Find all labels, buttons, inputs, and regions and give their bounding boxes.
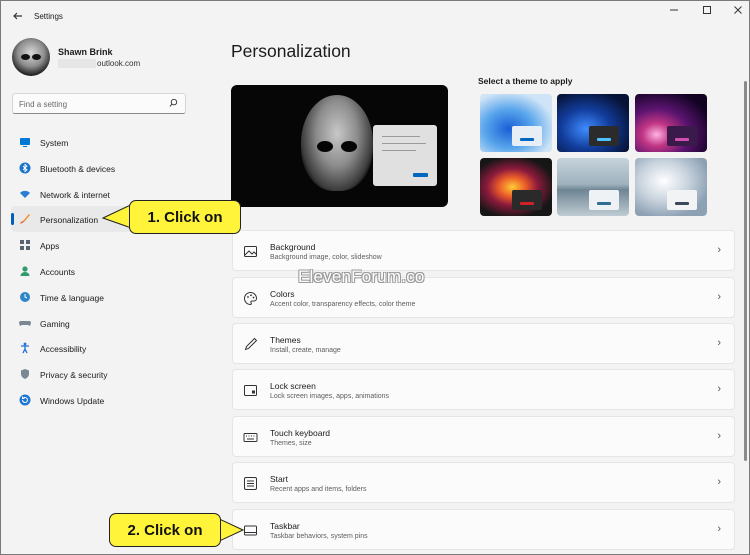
update-icon [19, 394, 31, 406]
card-subtitle: Lock screen images, apps, animations [270, 393, 390, 400]
search-box[interactable] [12, 93, 186, 114]
pen-icon [244, 337, 258, 351]
sidebar-item-label: Apps [40, 241, 60, 252]
sidebar-item-label: Accessibility [40, 344, 87, 355]
search-input[interactable] [19, 98, 159, 110]
theme-thumbnail-windows-dark[interactable] [557, 94, 629, 152]
chevron-right-icon: › [717, 430, 721, 442]
callout-step-2: 2. Click on [109, 513, 221, 547]
shield-icon [21, 369, 29, 380]
profile-email: outlook.com [97, 59, 141, 68]
sidebar-item-label: Gaming [40, 318, 70, 329]
maximize-button[interactable] [692, 5, 722, 19]
taskbar-icon [244, 525, 257, 536]
sidebar-item-bluetooth[interactable]: Bluetooth & devices [11, 155, 207, 181]
profile-name: Shawn Brink [58, 47, 113, 57]
chevron-right-icon: › [717, 523, 721, 535]
card-title: Background [270, 242, 316, 252]
accessibility-icon [21, 342, 29, 354]
chevron-right-icon: › [717, 244, 721, 256]
card-subtitle: Background image, color, slideshow [270, 254, 382, 261]
chevron-right-icon: › [717, 337, 721, 349]
preview-window [373, 125, 437, 186]
sidebar-item-windows-update[interactable]: Windows Update [11, 387, 207, 413]
card-title: Lock screen [270, 381, 316, 391]
sidebar-item-label: System [40, 138, 69, 148]
apps-icon [20, 240, 30, 251]
card-background[interactable]: Background Background image, color, slid… [232, 230, 735, 271]
scrollbar[interactable] [744, 81, 747, 461]
card-subtitle: Recent apps and items, folders [270, 486, 367, 493]
card-title: Themes [270, 335, 301, 345]
brush-icon [20, 214, 30, 225]
sidebar-item-apps[interactable]: Apps [11, 232, 207, 258]
sidebar-item-accessibility[interactable]: Accessibility [11, 335, 207, 361]
start-icon [244, 477, 257, 490]
sidebar-item-accounts[interactable]: Accounts [11, 258, 207, 284]
card-lock-screen[interactable]: Lock screen Lock screen images, apps, an… [232, 369, 735, 410]
card-start[interactable]: Start Recent apps and items, folders › [232, 462, 735, 503]
app-title: Settings [34, 12, 63, 21]
themes-heading: Select a theme to apply [478, 76, 573, 86]
card-subtitle: Accent color, transparency effects, colo… [270, 301, 416, 308]
sidebar-item-label: Network & internet [40, 189, 110, 200]
theme-thumbnail-glow[interactable] [635, 94, 707, 152]
gamepad-icon [19, 320, 31, 326]
card-subtitle: Install, create, manage [270, 347, 341, 354]
callout-step-1: 1. Click on [129, 200, 241, 234]
close-button[interactable] [723, 5, 750, 19]
close-icon [734, 6, 742, 14]
card-themes[interactable]: Themes Install, create, manage › [232, 323, 735, 364]
sidebar-item-time-language[interactable]: Time & language [11, 284, 207, 310]
sidebar-nav: System Bluetooth & devices Network & int… [11, 129, 211, 413]
sidebar-item-system[interactable]: System [11, 129, 207, 155]
minimize-icon [670, 9, 678, 11]
card-title: Taskbar [270, 521, 300, 531]
theme-thumbnail-sunrise[interactable] [557, 158, 629, 216]
back-button[interactable] [11, 10, 25, 24]
keyboard-icon [243, 433, 258, 442]
sidebar-item-label: Personalization [40, 215, 99, 226]
theme-thumbnail-windows-light[interactable] [480, 94, 552, 152]
sidebar-item-label: Windows Update [40, 395, 105, 406]
avatar[interactable] [12, 38, 50, 76]
chevron-right-icon: › [717, 383, 721, 395]
system-icon [20, 138, 30, 147]
sidebar-item-label: Bluetooth & devices [40, 163, 116, 174]
maximize-icon [703, 6, 711, 14]
sidebar-item-privacy[interactable]: Privacy & security [11, 361, 207, 387]
palette-icon [244, 291, 258, 306]
wifi-icon [20, 190, 30, 198]
chevron-right-icon: › [717, 291, 721, 303]
theme-thumbnail-captured-motion[interactable] [480, 158, 552, 216]
email-redaction [58, 59, 96, 68]
sidebar-item-label: Privacy & security [40, 370, 108, 381]
bluetooth-icon [19, 162, 31, 174]
sidebar-item-label: Accounts [40, 266, 75, 277]
settings-window: Settings Shawn Brink outlook.com System … [0, 0, 750, 555]
alien-wallpaper-image [301, 95, 373, 191]
image-icon [244, 246, 258, 257]
theme-thumbnail-flow[interactable] [635, 158, 707, 216]
theme-preview [231, 85, 448, 207]
card-taskbar[interactable]: Taskbar Taskbar behaviors, system pins › [232, 509, 735, 550]
search-icon[interactable] [168, 97, 179, 109]
minimize-button[interactable] [659, 5, 689, 19]
card-title: Colors [270, 289, 295, 299]
page-title: Personalization [231, 41, 351, 61]
title-bar: Settings [1, 1, 749, 33]
card-title: Start [270, 474, 288, 484]
chevron-right-icon: › [717, 476, 721, 488]
watermark: ElevenForum.co [298, 267, 425, 286]
globe-clock-icon [20, 291, 30, 302]
card-subtitle: Themes, size [270, 440, 312, 447]
back-arrow-icon [13, 12, 22, 20]
person-icon [20, 266, 30, 276]
sidebar-item-gaming[interactable]: Gaming [11, 310, 207, 336]
card-touch-keyboard[interactable]: Touch keyboard Themes, size › [232, 416, 735, 457]
lock-screen-icon [244, 385, 257, 396]
sidebar-item-label: Time & language [40, 292, 104, 303]
card-subtitle: Taskbar behaviors, system pins [270, 533, 368, 540]
card-title: Touch keyboard [270, 428, 331, 438]
